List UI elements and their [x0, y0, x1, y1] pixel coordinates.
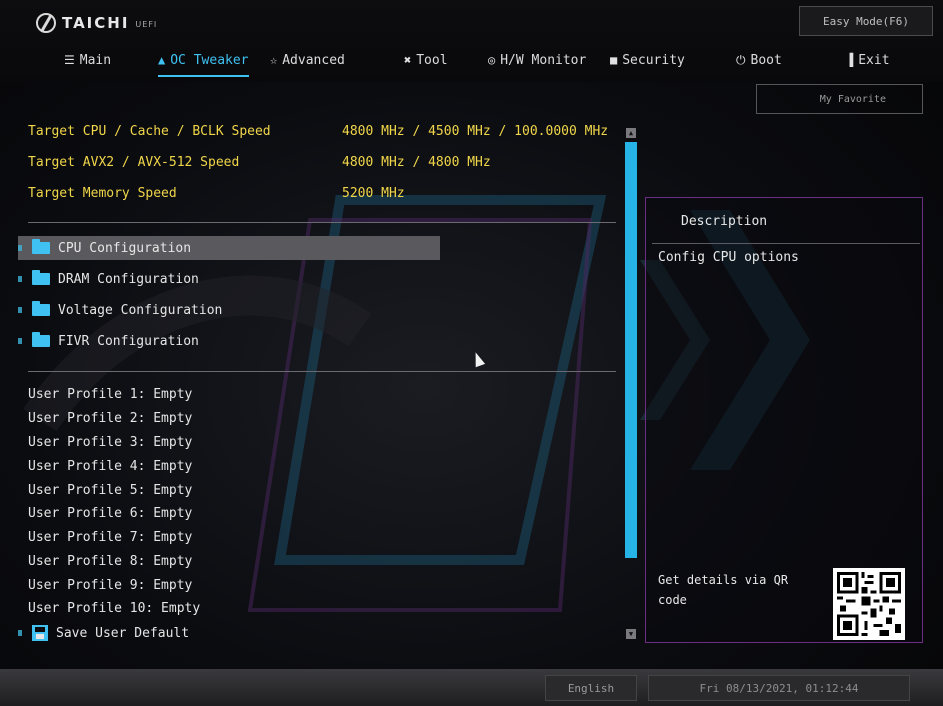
tab-main[interactable]: ☰ Main — [64, 46, 111, 74]
tab-bar: ☰ Main ▲ OC Tweaker ☆ Advanced ✖ Tool ◎ … — [0, 46, 943, 77]
description-panel: Description Config CPU options Get detai… — [645, 197, 923, 643]
tab-label: Security — [622, 52, 685, 68]
item-marker — [18, 338, 22, 344]
scroll-up-arrow-icon[interactable]: ▲ — [626, 128, 636, 138]
user-profile-9[interactable]: User Profile 9: Empty — [28, 578, 192, 596]
divider — [28, 371, 616, 372]
brand-name: TAICHI — [62, 14, 130, 32]
language-selector[interactable]: English — [545, 675, 637, 701]
tab-hw-monitor[interactable]: ◎ H/W Monitor — [488, 46, 586, 74]
status-bar: English Fri 08/13/2021, 01:12:44 — [0, 669, 943, 706]
divider — [28, 222, 616, 223]
dram-configuration-item[interactable]: DRAM Configuration — [18, 267, 440, 291]
target-value: 4800 MHz / 4500 MHz / 100.0000 MHz — [342, 124, 609, 139]
qr-code-icon — [833, 568, 905, 640]
user-profile-8[interactable]: User Profile 8: Empty — [28, 554, 192, 572]
save-user-default-item[interactable]: Save User Default — [18, 622, 189, 644]
voltage-configuration-item[interactable]: Voltage Configuration — [18, 298, 440, 322]
tab-tool[interactable]: ✖ Tool — [404, 46, 448, 74]
target-value: 5200 MHz — [342, 186, 405, 201]
user-profile-2[interactable]: User Profile 2: Empty — [28, 411, 192, 429]
cpu-configuration-item[interactable]: CPU Configuration — [18, 236, 440, 260]
list-icon: ☰ — [64, 53, 75, 67]
item-marker — [18, 276, 22, 282]
exit-icon: ▐ — [846, 53, 854, 67]
date-time-display: Fri 08/13/2021, 01:12:44 — [648, 675, 910, 701]
taichi-emblem-icon — [36, 13, 56, 33]
tab-label: Advanced — [282, 52, 345, 68]
bios-screen: TAICHI UEFI Easy Mode(F6) ☰ Main ▲ OC Tw… — [0, 0, 943, 706]
tab-label: OC Tweaker — [170, 52, 249, 68]
item-label: Voltage Configuration — [58, 302, 223, 318]
shield-icon: ■ — [610, 53, 618, 67]
tool-icon: ✖ — [404, 53, 412, 67]
description-text: Config CPU options — [658, 250, 799, 265]
user-profile-4[interactable]: User Profile 4: Empty — [28, 459, 192, 477]
monitor-icon: ◎ — [488, 53, 496, 67]
user-profile-10[interactable]: User Profile 10: Empty — [28, 601, 200, 619]
folder-icon — [32, 270, 50, 285]
header-bar: TAICHI UEFI Easy Mode(F6) ☰ Main ▲ OC Tw… — [0, 0, 943, 82]
user-profile-6[interactable]: User Profile 6: Empty — [28, 506, 192, 524]
tab-oc-tweaker[interactable]: ▲ OC Tweaker — [158, 46, 249, 77]
target-memory-row: Target Memory Speed 5200 MHz — [28, 186, 405, 204]
user-profile-7[interactable]: User Profile 7: Empty — [28, 530, 192, 548]
tab-label: Tool — [416, 52, 448, 68]
mouse-cursor-icon — [470, 350, 486, 368]
divider — [652, 243, 920, 244]
item-marker — [18, 307, 22, 313]
user-profile-1[interactable]: User Profile 1: Empty — [28, 387, 192, 405]
tab-security[interactable]: ■ Security — [610, 46, 685, 74]
target-avx-row: Target AVX2 / AVX-512 Speed 4800 MHz / 4… — [28, 155, 491, 173]
tab-label: Main — [79, 52, 112, 68]
item-label: FIVR Configuration — [58, 333, 199, 349]
save-disk-icon — [32, 625, 48, 641]
star-icon: ☆ — [270, 53, 278, 67]
item-label: CPU Configuration — [58, 240, 192, 256]
target-label: Target CPU / Cache / BCLK Speed — [28, 124, 271, 139]
user-profile-5[interactable]: User Profile 5: Empty — [28, 483, 192, 501]
item-marker — [18, 245, 22, 251]
tab-boot[interactable]: ⏻ Boot — [736, 46, 782, 74]
target-value: 4800 MHz / 4800 MHz — [342, 155, 491, 170]
tab-label: Exit — [858, 52, 890, 68]
user-profile-3[interactable]: User Profile 3: Empty — [28, 435, 192, 453]
taichi-logo: TAICHI UEFI — [36, 12, 157, 34]
folder-icon — [32, 239, 50, 254]
description-title: Description — [681, 214, 768, 229]
target-cpu-row: Target CPU / Cache / BCLK Speed 4800 MHz… — [28, 124, 608, 142]
tab-advanced[interactable]: ☆ Advanced — [270, 46, 345, 74]
tab-label: H/W Monitor — [500, 52, 587, 68]
qr-caption: Get details via QR code — [658, 573, 789, 607]
scroll-down-arrow-icon[interactable]: ▼ — [626, 629, 636, 639]
item-label: Save User Default — [56, 625, 190, 641]
folder-icon — [32, 301, 50, 316]
target-label: Target AVX2 / AVX-512 Speed — [28, 155, 240, 170]
tab-label: Boot — [750, 52, 782, 68]
my-favorite-button[interactable]: My Favorite — [756, 84, 923, 114]
item-label: DRAM Configuration — [58, 271, 199, 287]
item-marker — [18, 630, 22, 636]
power-icon: ⏻ — [736, 52, 746, 67]
scrollbar-thumb[interactable] — [625, 142, 637, 558]
folder-icon — [32, 332, 50, 347]
easy-mode-button[interactable]: Easy Mode(F6) — [799, 6, 933, 36]
target-label: Target Memory Speed — [28, 186, 177, 201]
rocket-icon: ▲ — [158, 53, 166, 67]
uefi-label: UEFI — [135, 20, 158, 29]
tab-exit[interactable]: ▐ Exit — [846, 46, 890, 74]
fivr-configuration-item[interactable]: FIVR Configuration — [18, 329, 440, 353]
